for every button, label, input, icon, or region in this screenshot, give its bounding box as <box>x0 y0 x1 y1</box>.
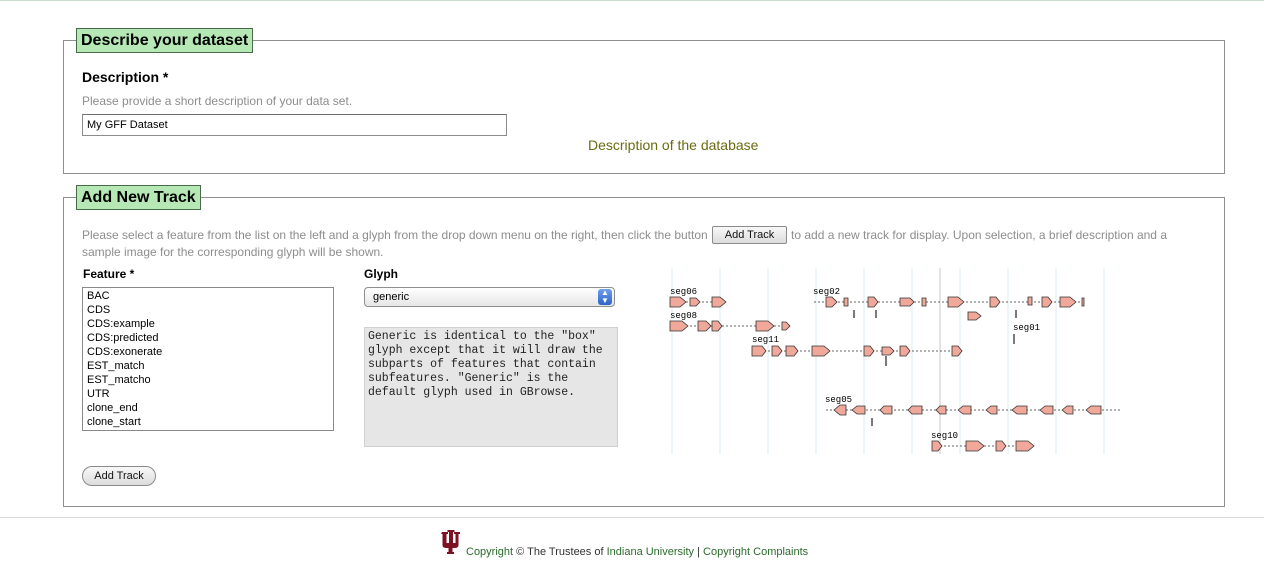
sample-grid <box>671 268 1105 454</box>
sample-label: seg05 <box>825 395 852 405</box>
sample-label: seg02 <box>813 287 840 297</box>
instructions-part1: Please select a feature from the list on… <box>82 228 708 242</box>
glyph-select[interactable]: generic ▲ ▼ <box>364 287 615 307</box>
sample-label: seg01 <box>1013 323 1040 333</box>
sample-label: seg06 <box>670 287 697 297</box>
add-track-button[interactable]: Add Track <box>82 466 156 486</box>
footer-text: Copyright © The Trustees of Indiana Univ… <box>466 546 808 558</box>
feature-label: Feature * <box>83 267 135 281</box>
glyph-description: Generic is identical to the "box" glyph … <box>364 327 618 447</box>
iu-trident-logo <box>441 530 460 554</box>
sample-label: seg08 <box>670 311 697 321</box>
instructions-line2: sample image for the corresponding glyph… <box>82 245 384 259</box>
description-label: Description * <box>82 69 169 85</box>
feature-option[interactable]: UTR <box>87 387 329 401</box>
feature-listbox[interactable]: BAC CDS CDS:example CDS:predicted CDS:ex… <box>82 287 334 431</box>
copyright-link[interactable]: Copyright <box>466 546 513 558</box>
feature-option[interactable]: EST_matcho <box>87 373 329 387</box>
glyph-select-value: generic <box>373 291 410 303</box>
top-border <box>0 0 1264 1</box>
footer-separator: | <box>697 546 700 558</box>
feature-option[interactable]: BAC <box>87 289 329 303</box>
feature-option[interactable]: CDS <box>87 303 329 317</box>
sample-label: seg10 <box>931 431 958 441</box>
add-track-heading: Add New Track <box>76 185 201 210</box>
feature-option[interactable]: clone_end <box>87 401 329 415</box>
feature-option[interactable]: clone_start <box>87 415 329 429</box>
copyright-complaints-link[interactable]: Copyright Complaints <box>703 546 808 558</box>
sample-label: seg11 <box>752 335 779 345</box>
instructions-part2: to add a new track for display. Upon sel… <box>791 228 1167 242</box>
feature-option[interactable]: CDS:example <box>87 317 329 331</box>
university-link[interactable]: Indiana University <box>607 546 694 558</box>
description-caption: Description of the database <box>588 137 759 153</box>
feature-option[interactable]: EST_match <box>87 359 329 373</box>
feature-option[interactable]: CDS:predicted <box>87 331 329 345</box>
description-hint: Please provide a short description of yo… <box>82 94 353 108</box>
copyright-text: © The Trustees of <box>516 546 604 558</box>
describe-dataset-heading: Describe your dataset <box>76 28 254 53</box>
glyph-label: Glyph <box>364 267 399 281</box>
feature-option[interactable]: CDS:exonerate <box>87 345 329 359</box>
description-input[interactable] <box>82 114 507 136</box>
glyph-sample-image: seg06 seg02 seg08 seg01 seg11 seg05 seg1… <box>669 268 1122 454</box>
inline-add-track-button[interactable]: Add Track <box>712 226 787 244</box>
footer-divider <box>0 517 1264 518</box>
updown-arrows-icon: ▲ ▼ <box>598 289 612 305</box>
